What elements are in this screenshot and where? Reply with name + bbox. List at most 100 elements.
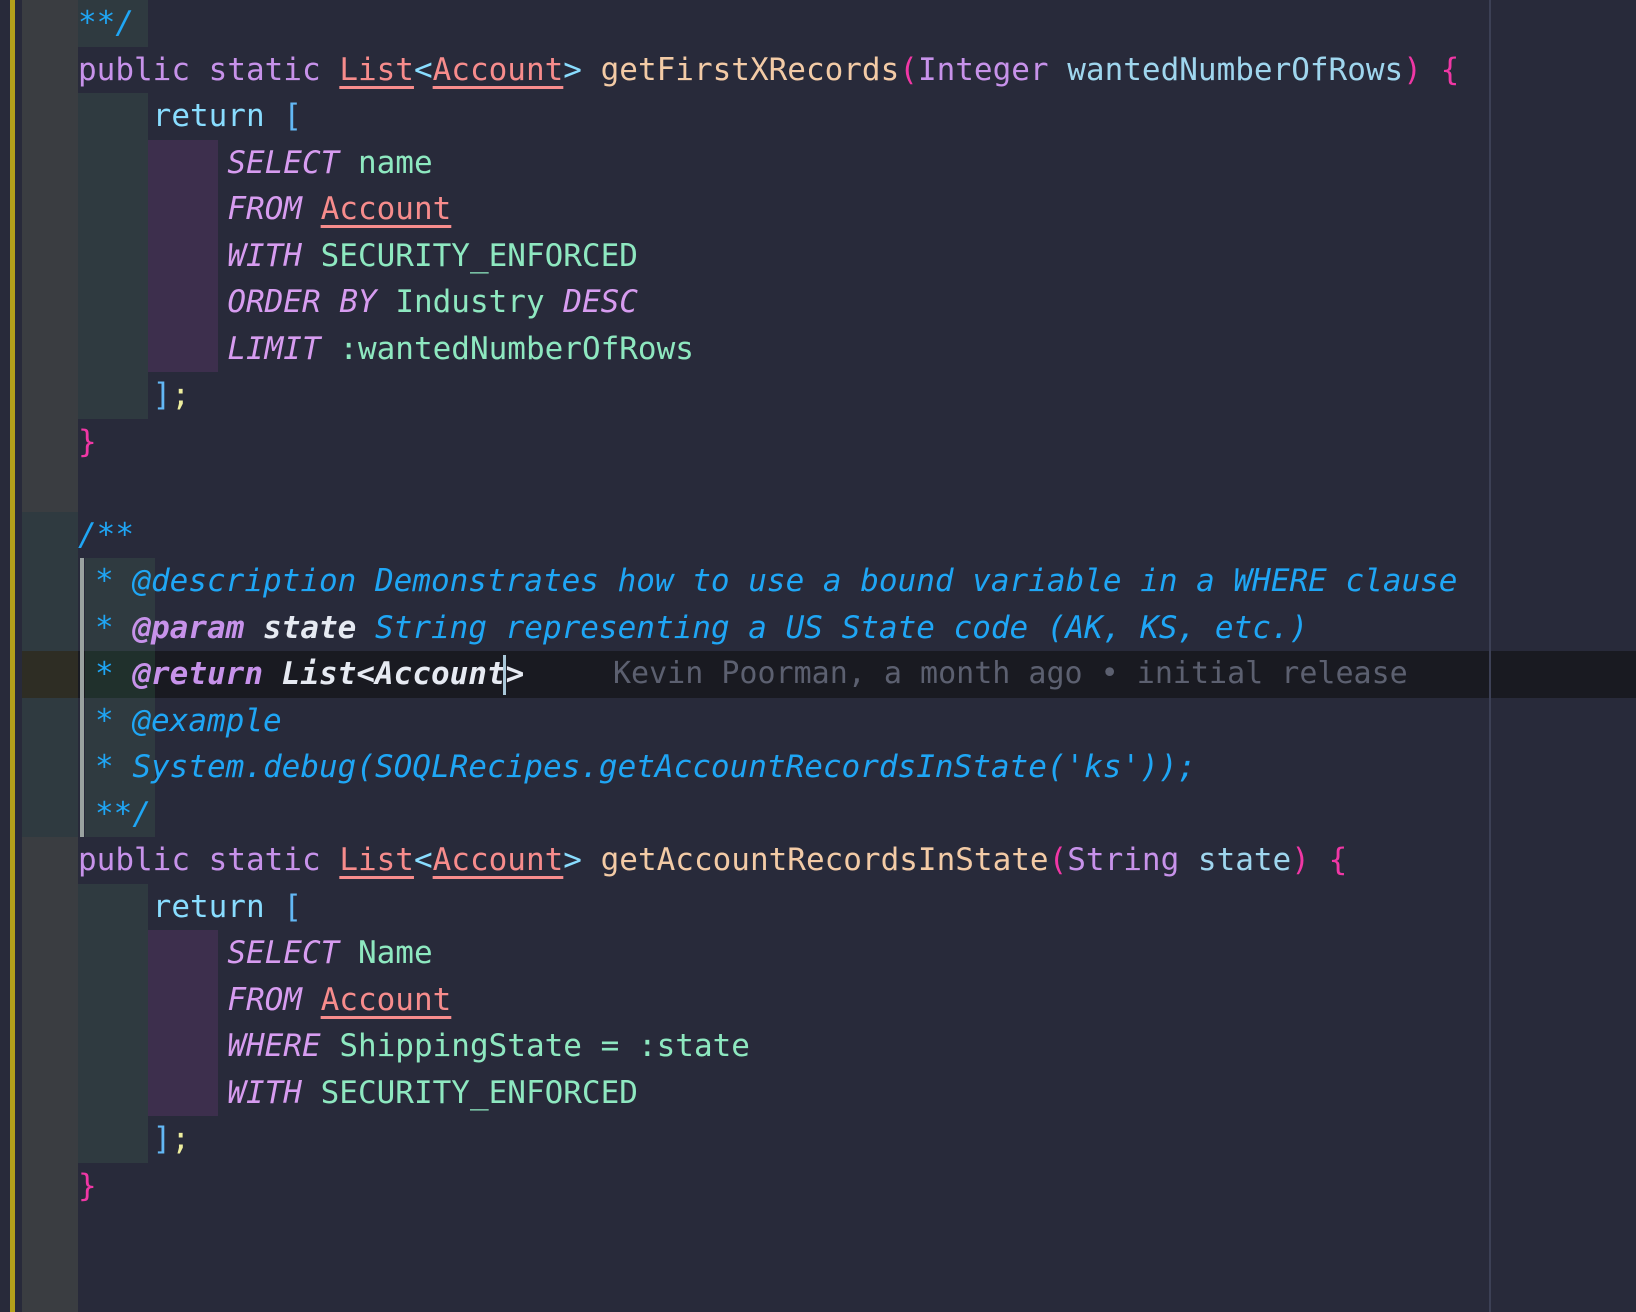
token-doc-return-type: List<Account> [281, 656, 525, 692]
code-line-active[interactable]: * @return List<Account> Kevin Poorman, a… [0, 651, 1636, 698]
code-line[interactable]: } [0, 419, 1636, 466]
token-soql-select: SELECT [227, 144, 340, 181]
token-doc-star: * [95, 609, 114, 646]
code-line[interactable]: } [0, 1163, 1636, 1210]
token-soql-with: WITH [227, 1074, 302, 1111]
token-type-account: Account [320, 191, 452, 227]
code-line[interactable]: FROM Account [0, 186, 1636, 233]
token-doc-description-text: Demonstrates how to use a bound variable… [374, 563, 1458, 599]
token-keyword-return: return [152, 98, 265, 134]
code-line[interactable]: ]; [0, 372, 1636, 419]
token-field-name: Name [357, 935, 433, 971]
token-paren-open: ( [1048, 842, 1068, 878]
token-type-list: List [339, 842, 414, 878]
code-editor[interactable]: **/ public static List<Account> getFirst… [0, 0, 1636, 1312]
token-type-integer: Integer [917, 51, 1049, 88]
token-keyword-return: return [152, 888, 265, 925]
token-bind-state: :state [637, 1028, 750, 1064]
token-paren-close: ) [1291, 842, 1310, 878]
token-type-account: Account [320, 981, 452, 1018]
code-line[interactable]: **/ [0, 790, 1636, 837]
token-brace-open: { [1440, 51, 1460, 88]
token-doc-star: * [95, 749, 114, 785]
token-doc-open: /** [78, 516, 134, 553]
token-paren-open: ( [899, 51, 918, 88]
token-soql-order: ORDER [227, 284, 321, 320]
token-bracket-open: [ [283, 888, 302, 925]
code-line[interactable]: WHERE ShippingState = :state [0, 1023, 1636, 1070]
change-indicator-bar [10, 0, 15, 1312]
code-line[interactable]: FROM Account [0, 976, 1636, 1023]
code-line[interactable]: * @param state String representing a US … [0, 604, 1636, 651]
token-brace-close: } [78, 1167, 97, 1204]
token-keyword-static: static [208, 51, 321, 88]
token-doc-tag-example: @example [132, 702, 282, 739]
token-brace-close: } [78, 423, 97, 460]
token-semicolon: ; [171, 1121, 190, 1157]
code-line[interactable]: SELECT name [0, 139, 1636, 186]
code-line[interactable]: SELECT Name [0, 930, 1636, 977]
token-soql-with: WITH [227, 237, 302, 274]
code-line-blank[interactable] [0, 465, 1636, 512]
token-param-wanted-number-of-rows: wantedNumberOfRows [1067, 51, 1404, 88]
code-line[interactable]: public static List<Account> getAccountRe… [0, 837, 1636, 884]
token-soql-from: FROM [227, 191, 302, 227]
token-doc-param-text: String representing a US State code (AK,… [375, 609, 1309, 646]
token-function-get-first-x-records: getFirstXRecords [600, 51, 900, 88]
code-line[interactable]: * System.debug(SOQLRecipes.getAccountRec… [0, 744, 1636, 791]
text-cursor [503, 655, 506, 695]
code-line[interactable]: return [ [0, 883, 1636, 930]
token-doc-param-name: state [263, 609, 357, 646]
token-soql-by: BY [339, 284, 377, 320]
token-brace-open: { [1328, 842, 1348, 878]
code-line[interactable]: LIMIT :wantedNumberOfRows [0, 325, 1636, 372]
token-soql-from: FROM [227, 981, 302, 1018]
git-blame-annotation[interactable]: Kevin Poorman, a month ago • initial rel… [613, 651, 1408, 698]
token-type-account: Account [432, 51, 564, 88]
token-doc-star: * [95, 563, 114, 599]
token-function-get-account-records-in-state: getAccountRecordsInState [600, 842, 1049, 878]
token-param-state: state [1197, 842, 1292, 878]
token-keyword-public: public [78, 842, 190, 878]
code-line[interactable]: ORDER BY Industry DESC [0, 279, 1636, 326]
code-content[interactable]: **/ public static List<Account> getFirst… [0, 0, 1636, 1312]
token-bracket-close: ] [152, 377, 172, 413]
token-type-string: String [1067, 842, 1180, 878]
token-keyword-static: static [208, 842, 321, 878]
token-doc-tag-return: @return [132, 656, 263, 692]
token-semicolon: ; [171, 377, 190, 413]
code-line[interactable]: public static List<Account> getFirstXRec… [0, 47, 1636, 94]
token-field-shipping-state: ShippingState [339, 1028, 582, 1064]
code-line[interactable]: **/ [0, 0, 1636, 47]
token-doc-close: **/ [78, 5, 134, 41]
token-field-security-enforced: SECURITY_ENFORCED [320, 237, 638, 274]
token-type-list: List [339, 51, 414, 88]
code-line[interactable]: /** [0, 511, 1636, 558]
token-doc-star: * [95, 656, 114, 692]
code-line[interactable]: * @description Demonstrates how to use a… [0, 558, 1636, 605]
token-field-security-enforced: SECURITY_ENFORCED [320, 1074, 638, 1111]
code-line[interactable]: return [ [0, 93, 1636, 140]
code-line[interactable]: WITH SECURITY_ENFORCED [0, 232, 1636, 279]
token-keyword-public: public [78, 51, 190, 88]
token-field-industry: Industry [395, 284, 545, 320]
token-field-name: name [357, 144, 433, 181]
token-angle-open: < [413, 51, 433, 88]
code-line[interactable]: * @example [0, 697, 1636, 744]
token-bind-wanted-number-of-rows: :wantedNumberOfRows [339, 330, 694, 367]
code-line[interactable]: WITH SECURITY_ENFORCED [0, 1069, 1636, 1116]
token-angle-close: > [563, 842, 582, 878]
vertical-ruler [1489, 0, 1491, 1312]
code-line[interactable]: ]; [0, 1116, 1636, 1163]
token-bracket-close: ] [152, 1121, 172, 1157]
token-soql-where: WHERE [227, 1028, 321, 1064]
token-soql-limit: LIMIT [227, 330, 321, 367]
token-bracket-open: [ [283, 98, 302, 134]
token-soql-select: SELECT [227, 935, 340, 971]
token-soql-desc: DESC [563, 284, 638, 320]
token-doc-example-code: System.debug(SOQLRecipes.getAccountRecor… [132, 749, 1197, 785]
token-doc-star: * [95, 702, 114, 739]
token-paren-close: ) [1403, 51, 1422, 88]
token-doc-close: **/ [95, 795, 151, 832]
token-operator-equals: = [600, 1028, 620, 1064]
